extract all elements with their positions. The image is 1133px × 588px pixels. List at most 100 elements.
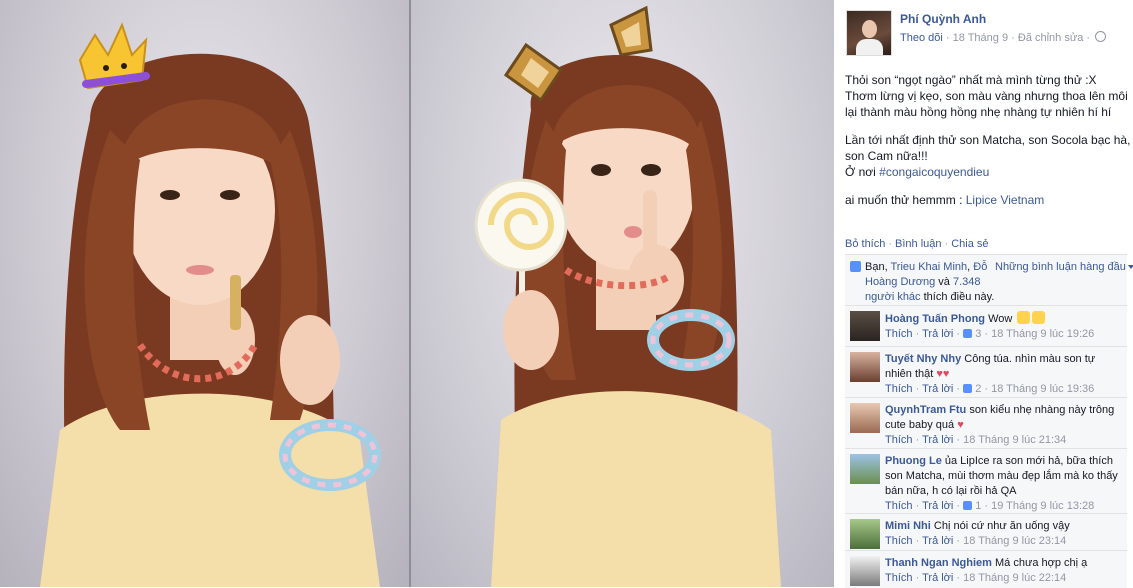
shocked-emoji-icon <box>1032 311 1046 324</box>
post-date[interactable]: 18 Tháng 9 <box>953 32 1008 44</box>
comment-item: Thanh Ngan Nghiem Má chưa hợp chị ạ Thíc… <box>845 551 1127 588</box>
comment-meta: Thích · Trả lời · 18 Tháng 9 lúc 23:14 <box>885 535 1067 547</box>
likes-text: Bạn, Trieu Khai Minh, Đỗ Hoàng Dương và … <box>865 260 995 305</box>
comment-item: Tuyết Nhy Nhy Công túa. nhìn màu son tự … <box>845 347 1127 398</box>
chevron-down-icon <box>1127 265 1133 270</box>
comment-body: QuynhTram Ftu son kiểu nhẹ nhàng này trô… <box>885 403 1125 448</box>
action-sep-2: · <box>944 238 949 250</box>
comment-text: Wow <box>988 313 1013 325</box>
commenter-name[interactable]: Tuyết Nhy Nhy <box>885 353 961 365</box>
comment-reply-button[interactable]: Trả lời <box>922 535 953 547</box>
author-avatar[interactable] <box>846 10 892 56</box>
comment-reply-button[interactable]: Trả lời <box>922 572 953 584</box>
comments-panel: Bạn, Trieu Khai Minh, Đỗ Hoàng Dương và … <box>845 254 1133 588</box>
top-comments-dropdown[interactable]: Những bình luận hàng đầu <box>995 261 1133 273</box>
likes-and: và <box>935 276 950 288</box>
comment-reply-button[interactable]: Trả lời <box>922 500 953 512</box>
post-actions: Bỏ thích · Bình luận · Chia sẻ <box>845 238 988 250</box>
comment-item: QuynhTram Ftu son kiểu nhẹ nhàng này trô… <box>845 398 1127 449</box>
like-count-icon <box>963 329 973 338</box>
post-paragraph-3-text: ai muốn thử hemmm : <box>845 193 966 207</box>
commenter-avatar[interactable] <box>850 519 880 549</box>
likes-prefix: Bạn, <box>865 261 891 273</box>
comment-reply-button[interactable]: Trả lời <box>922 383 953 395</box>
comment-meta: Thích · Trả lời · 2 · 18 Tháng 9 lúc 19:… <box>885 383 1095 395</box>
comment-like-button[interactable]: Thích <box>885 500 913 512</box>
commenter-name[interactable]: Phuong Le <box>885 455 942 467</box>
likes-summary: Bạn, Trieu Khai Minh, Đỗ Hoàng Dương và … <box>845 255 1133 306</box>
heart-icon: ♥ <box>957 419 964 431</box>
comment-text: Chị nói cứ như ăn uống vậy <box>933 520 1070 532</box>
comment-like-button[interactable]: Thích <box>885 383 913 395</box>
photo-right-illustration <box>474 5 781 587</box>
photo-left[interactable] <box>0 0 409 587</box>
comment-like-count[interactable]: 2 <box>975 383 981 395</box>
globe-icon[interactable] <box>1095 31 1107 42</box>
post-header: Phí Quỳnh Anh Theo dõi · 18 Tháng 9 · Đã… <box>846 10 1126 56</box>
comment-time[interactable]: 18 Tháng 9 lúc 23:14 <box>963 535 1066 547</box>
author-name[interactable]: Phí Quỳnh Anh <box>900 12 986 26</box>
comment-button[interactable]: Bình luận <box>895 238 941 250</box>
comment-meta: Thích · Trả lời · 18 Tháng 9 lúc 21:34 <box>885 434 1067 446</box>
commenter-name[interactable]: QuynhTram Ftu <box>885 404 966 416</box>
comment-like-button[interactable]: Thích <box>885 535 913 547</box>
comment-like-count[interactable]: 1 <box>975 500 981 512</box>
comment-item: Hoàng Tuấn Phong Wow Thích · Trả lời · 3… <box>845 306 1127 347</box>
comment-time[interactable]: 19 Tháng 9 lúc 13:28 <box>991 500 1094 512</box>
post-sidebar: Phí Quỳnh Anh Theo dõi · 18 Tháng 9 · Đã… <box>834 0 1133 588</box>
comment-meta: Thích · Trả lời · 3 · 18 Tháng 9 lúc 19:… <box>885 328 1095 340</box>
commenter-avatar[interactable] <box>850 454 880 484</box>
likes-comma: , <box>967 261 971 273</box>
comment-like-button[interactable]: Thích <box>885 434 913 446</box>
post-meta: Theo dõi · 18 Tháng 9 · Đã chỉnh sửa · <box>900 30 1107 44</box>
share-button[interactable]: Chia sẻ <box>951 238 988 250</box>
like-count-icon <box>963 384 973 393</box>
comment-time[interactable]: 18 Tháng 9 lúc 19:26 <box>991 328 1094 340</box>
liker-link-1[interactable]: Trieu Khai Minh <box>891 261 968 273</box>
comment-like-count[interactable]: 3 <box>975 328 981 340</box>
photo-area[interactable] <box>0 0 834 587</box>
comment-meta: Thích · Trả lời · 18 Tháng 9 lúc 22:14 <box>885 572 1067 584</box>
comment-text: Má chưa hợp chị ạ <box>995 557 1088 569</box>
comment-meta: Thích · Trả lời · 1 · 19 Tháng 9 lúc 13:… <box>885 500 1095 512</box>
commenter-avatar[interactable] <box>850 556 880 586</box>
commenter-name[interactable]: Hoàng Tuấn Phong <box>885 313 985 325</box>
comment-reply-button[interactable]: Trả lời <box>922 328 953 340</box>
post-paragraph-2: Lần tới nhất định thử son Matcha, son So… <box>845 132 1133 180</box>
comment-time[interactable]: 18 Tháng 9 lúc 19:36 <box>991 383 1094 395</box>
like-thumb-icon <box>850 261 861 272</box>
commenter-avatar[interactable] <box>850 403 880 433</box>
photo-left-illustration <box>40 22 381 587</box>
commenter-name[interactable]: Thanh Ngan Nghiem <box>885 557 992 569</box>
mention-link[interactable]: Lipice Vietnam <box>966 193 1045 207</box>
comment-time[interactable]: 18 Tháng 9 lúc 22:14 <box>963 572 1066 584</box>
edited-label[interactable]: Đã chỉnh sửa <box>1018 32 1083 44</box>
comment-like-button[interactable]: Thích <box>885 328 913 340</box>
commenter-avatar[interactable] <box>850 352 880 382</box>
meta-dot-3: · <box>1086 32 1091 44</box>
thumbs-up-emoji-icon <box>1017 311 1031 324</box>
comment-body: Phuong Le ủa LipIce ra son mới hả, bữa t… <box>885 454 1125 514</box>
commenter-avatar[interactable] <box>850 311 880 341</box>
comment-item: Phuong Le ủa LipIce ra son mới hả, bữa t… <box>845 449 1127 514</box>
comment-like-button[interactable]: Thích <box>885 572 913 584</box>
heart-icon: ♥ <box>942 368 950 380</box>
comment-reply-button[interactable]: Trả lời <box>922 434 953 446</box>
comment-item: Mimi Nhi Chị nói cứ như ăn uống vậy Thíc… <box>845 514 1127 551</box>
top-comments-label: Những bình luận hàng đầu <box>995 261 1126 273</box>
crown-sticker <box>78 22 150 90</box>
comment-body: Thanh Ngan Nghiem Má chưa hợp chị ạ Thíc… <box>885 556 1125 586</box>
like-count-icon <box>963 501 973 510</box>
post-paragraph-3: ai muốn thử hemmm : Lipice Vietnam <box>845 192 1133 208</box>
unlike-button[interactable]: Bỏ thích <box>845 238 885 250</box>
commenter-name[interactable]: Mimi Nhi <box>885 520 931 532</box>
meta-dot: · <box>945 32 950 44</box>
meta-dot-2: · <box>1011 32 1015 44</box>
action-sep: · <box>888 238 893 250</box>
post-paragraph-1: Thỏi son “ngọt ngào” nhất mà mình từng t… <box>845 73 1128 119</box>
hashtag-link[interactable]: #congaicoquyendieu <box>879 165 989 179</box>
follow-link[interactable]: Theo dõi <box>900 32 943 44</box>
comment-time[interactable]: 18 Tháng 9 lúc 21:34 <box>963 434 1066 446</box>
comment-body: Tuyết Nhy Nhy Công túa. nhìn màu son tự … <box>885 352 1125 397</box>
photo-right[interactable] <box>411 0 834 587</box>
